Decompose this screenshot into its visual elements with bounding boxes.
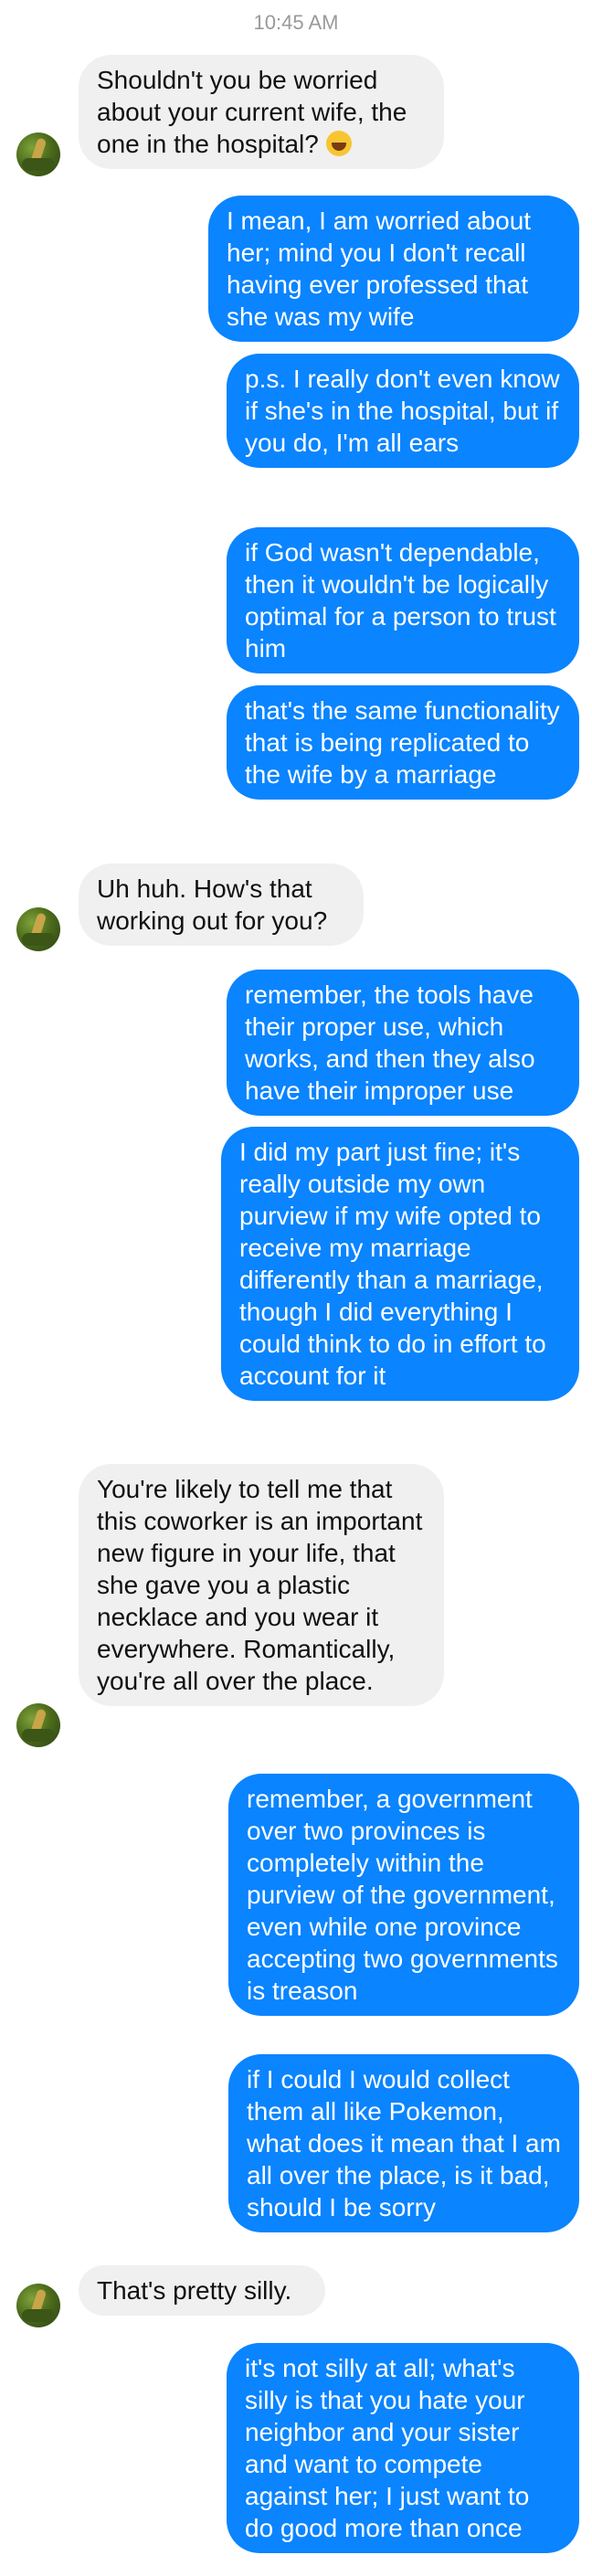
avatar[interactable] xyxy=(16,1703,60,1747)
message-text: it's not silly at all; what's silly is t… xyxy=(245,2354,530,2542)
message-text: that's the same functionality that is be… xyxy=(245,696,560,789)
message-text: I did my part just fine; it's really out… xyxy=(239,1138,546,1390)
avatar[interactable] xyxy=(16,907,60,951)
message-text: Uh huh. How's that working out for you? xyxy=(97,875,328,935)
incoming-message[interactable]: Uh huh. How's that working out for you? xyxy=(79,864,364,946)
message-text: if I could I would collect them all like… xyxy=(247,2065,561,2221)
outgoing-message[interactable]: it's not silly at all; what's silly is t… xyxy=(227,2343,579,2553)
outgoing-message[interactable]: I did my part just fine; it's really out… xyxy=(221,1127,579,1401)
message-thread: 10:45 AM Shouldn't you be worried about … xyxy=(0,0,592,2576)
outgoing-message[interactable]: p.s. I really don't even know if she's i… xyxy=(227,354,579,468)
outgoing-message[interactable]: that's the same functionality that is be… xyxy=(227,685,579,800)
message-text: if God wasn't dependable, then it wouldn… xyxy=(245,538,556,663)
message-text: Shouldn't you be worried about your curr… xyxy=(97,66,407,158)
avatar[interactable] xyxy=(16,133,60,176)
timestamp: 10:45 AM xyxy=(253,11,339,34)
incoming-message[interactable]: That's pretty silly. xyxy=(79,2265,325,2316)
outgoing-message[interactable]: if God wasn't dependable, then it wouldn… xyxy=(227,527,579,673)
avatar[interactable] xyxy=(16,2284,60,2327)
outgoing-message[interactable]: remember, the tools have their proper us… xyxy=(227,970,579,1116)
message-text: p.s. I really don't even know if she's i… xyxy=(245,365,560,457)
laughing-face-emoji-icon xyxy=(325,131,352,156)
incoming-message[interactable]: You're likely to tell me that this cowor… xyxy=(79,1464,444,1706)
incoming-message[interactable]: Shouldn't you be worried about your curr… xyxy=(79,55,444,169)
message-text: remember, the tools have their proper us… xyxy=(245,981,535,1105)
message-text: I mean, I am worried about her; mind you… xyxy=(227,207,532,331)
message-text: remember, a government over two province… xyxy=(247,1785,558,2005)
outgoing-message[interactable]: remember, a government over two province… xyxy=(228,1774,579,2016)
message-text: That's pretty silly. xyxy=(97,2276,292,2305)
outgoing-message[interactable]: if I could I would collect them all like… xyxy=(228,2054,579,2232)
message-text: You're likely to tell me that this cowor… xyxy=(97,1475,423,1695)
outgoing-message[interactable]: I mean, I am worried about her; mind you… xyxy=(208,196,579,342)
